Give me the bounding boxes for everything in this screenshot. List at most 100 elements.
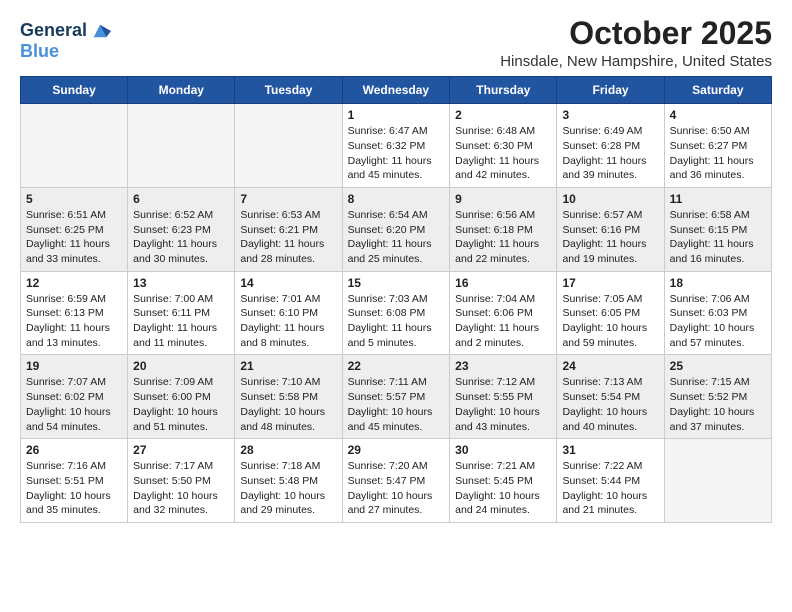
day-info: Sunrise: 6:58 AM Sunset: 6:15 PM Dayligh…: [670, 208, 766, 267]
day-info: Sunrise: 7:07 AM Sunset: 6:02 PM Dayligh…: [26, 375, 122, 434]
day-number: 5: [26, 192, 122, 206]
calendar-cell: 20Sunrise: 7:09 AM Sunset: 6:00 PM Dayli…: [128, 355, 235, 439]
calendar-cell: 4 Sunrise: 6:50 AM Sunset: 6:27 PM Daylig…: [664, 104, 771, 188]
day-info: Sunrise: 7:21 AM Sunset: 5:45 PM Dayligh…: [455, 459, 551, 518]
day-number: 17: [562, 276, 658, 290]
calendar-week-row: 12 Sunrise: 6:59 AM Sunset: 6:13 PM Dayli…: [21, 271, 772, 355]
title-block: October 2025 Hinsdale, New Hampshire, Un…: [500, 16, 772, 70]
day-number: 26: [26, 443, 122, 457]
calendar-cell: [235, 104, 342, 188]
day-number: 15: [348, 276, 445, 290]
day-number: 11: [670, 192, 766, 206]
calendar-cell: 28 Sunrise: 7:18 AM Sunset: 5:48 PM Dayli…: [235, 439, 342, 523]
day-number: 29: [348, 443, 445, 457]
day-info: Sunrise: 7:17 AM Sunset: 5:50 PM Dayligh…: [133, 459, 229, 518]
day-info: Sunrise: 7:11 AM Sunset: 5:57 PM Dayligh…: [348, 375, 445, 434]
calendar-cell: [664, 439, 771, 523]
day-number: 8: [348, 192, 445, 206]
logo: General Blue: [20, 20, 111, 62]
calendar-table: SundayMondayTuesdayWednesdayThursdayFrid…: [20, 76, 772, 523]
calendar-cell: 9Sunrise: 6:56 AM Sunset: 6:18 PM Daylig…: [450, 187, 557, 271]
day-info: Sunrise: 7:22 AM Sunset: 5:44 PM Dayligh…: [562, 459, 658, 518]
calendar-cell: 13Sunrise: 7:00 AM Sunset: 6:11 PM Dayli…: [128, 271, 235, 355]
day-info: Sunrise: 7:18 AM Sunset: 5:48 PM Dayligh…: [240, 459, 336, 518]
location: Hinsdale, New Hampshire, United States: [500, 53, 772, 70]
day-number: 23: [455, 359, 551, 373]
calendar-cell: 29 Sunrise: 7:20 AM Sunset: 5:47 PM Dayli…: [342, 439, 450, 523]
day-number: 31: [562, 443, 658, 457]
day-info: Sunrise: 7:10 AM Sunset: 5:58 PM Dayligh…: [240, 375, 336, 434]
day-number: 3: [562, 108, 658, 122]
day-number: 21: [240, 359, 336, 373]
logo-subtext: Blue: [20, 42, 111, 62]
day-number: 28: [240, 443, 336, 457]
day-number: 12: [26, 276, 122, 290]
day-number: 27: [133, 443, 229, 457]
month-title: October 2025: [500, 16, 772, 51]
day-number: 7: [240, 192, 336, 206]
day-info: Sunrise: 6:53 AM Sunset: 6:21 PM Dayligh…: [240, 208, 336, 267]
calendar-cell: 15Sunrise: 7:03 AM Sunset: 6:08 PM Dayli…: [342, 271, 450, 355]
day-number: 24: [562, 359, 658, 373]
day-number: 20: [133, 359, 229, 373]
calendar-cell: 5Sunrise: 6:51 AM Sunset: 6:25 PM Daylig…: [21, 187, 128, 271]
col-header-monday: Monday: [128, 77, 235, 104]
calendar-cell: 1Sunrise: 6:47 AM Sunset: 6:32 PM Daylig…: [342, 104, 450, 188]
day-number: 1: [348, 108, 445, 122]
day-number: 22: [348, 359, 445, 373]
logo-icon: [89, 20, 111, 42]
calendar-header-row: SundayMondayTuesdayWednesdayThursdayFrid…: [21, 77, 772, 104]
day-info: Sunrise: 6:54 AM Sunset: 6:20 PM Dayligh…: [348, 208, 445, 267]
day-info: Sunrise: 6:59 AM Sunset: 6:13 PM Dayligh…: [26, 292, 122, 351]
calendar-week-row: 5Sunrise: 6:51 AM Sunset: 6:25 PM Daylig…: [21, 187, 772, 271]
day-number: 9: [455, 192, 551, 206]
day-number: 30: [455, 443, 551, 457]
day-info: Sunrise: 6:50 AM Sunset: 6:27 PM Dayligh…: [670, 124, 766, 183]
day-number: 6: [133, 192, 229, 206]
calendar-cell: 30 Sunrise: 7:21 AM Sunset: 5:45 PM Dayli…: [450, 439, 557, 523]
day-number: 4: [670, 108, 766, 122]
col-header-thursday: Thursday: [450, 77, 557, 104]
day-info: Sunrise: 6:49 AM Sunset: 6:28 PM Dayligh…: [562, 124, 658, 183]
col-header-friday: Friday: [557, 77, 664, 104]
day-number: 13: [133, 276, 229, 290]
day-number: 18: [670, 276, 766, 290]
calendar-week-row: 26 Sunrise: 7:16 AM Sunset: 5:51 PM Dayli…: [21, 439, 772, 523]
day-info: Sunrise: 6:48 AM Sunset: 6:30 PM Dayligh…: [455, 124, 551, 183]
calendar-cell: 8 Sunrise: 6:54 AM Sunset: 6:20 PM Daylig…: [342, 187, 450, 271]
day-info: Sunrise: 7:06 AM Sunset: 6:03 PM Dayligh…: [670, 292, 766, 351]
calendar-cell: 3 Sunrise: 6:49 AM Sunset: 6:28 PM Daylig…: [557, 104, 664, 188]
calendar-cell: 19 Sunrise: 7:07 AM Sunset: 6:02 PM Dayli…: [21, 355, 128, 439]
logo-text: General: [20, 21, 87, 41]
day-number: 10: [562, 192, 658, 206]
calendar-cell: [21, 104, 128, 188]
day-number: 19: [26, 359, 122, 373]
day-info: Sunrise: 7:13 AM Sunset: 5:54 PM Dayligh…: [562, 375, 658, 434]
calendar-week-row: 1Sunrise: 6:47 AM Sunset: 6:32 PM Daylig…: [21, 104, 772, 188]
calendar-cell: 18 Sunrise: 7:06 AM Sunset: 6:03 PM Dayli…: [664, 271, 771, 355]
calendar-cell: 14 Sunrise: 7:01 AM Sunset: 6:10 PM Dayli…: [235, 271, 342, 355]
day-number: 14: [240, 276, 336, 290]
calendar-cell: 16 Sunrise: 7:04 AM Sunset: 6:06 PM Dayli…: [450, 271, 557, 355]
day-number: 25: [670, 359, 766, 373]
calendar-cell: 31 Sunrise: 7:22 AM Sunset: 5:44 PM Dayli…: [557, 439, 664, 523]
day-info: Sunrise: 7:01 AM Sunset: 6:10 PM Dayligh…: [240, 292, 336, 351]
calendar-cell: 11 Sunrise: 6:58 AM Sunset: 6:15 PM Dayli…: [664, 187, 771, 271]
calendar-cell: 7 Sunrise: 6:53 AM Sunset: 6:21 PM Daylig…: [235, 187, 342, 271]
col-header-wednesday: Wednesday: [342, 77, 450, 104]
calendar-cell: 22 Sunrise: 7:11 AM Sunset: 5:57 PM Dayli…: [342, 355, 450, 439]
header: General Blue October 2025 Hinsdale, New …: [20, 16, 772, 70]
col-header-sunday: Sunday: [21, 77, 128, 104]
day-info: Sunrise: 6:52 AM Sunset: 6:23 PM Dayligh…: [133, 208, 229, 267]
day-number: 16: [455, 276, 551, 290]
day-info: Sunrise: 7:20 AM Sunset: 5:47 PM Dayligh…: [348, 459, 445, 518]
day-info: Sunrise: 7:04 AM Sunset: 6:06 PM Dayligh…: [455, 292, 551, 351]
day-info: Sunrise: 7:16 AM Sunset: 5:51 PM Dayligh…: [26, 459, 122, 518]
calendar-cell: 25Sunrise: 7:15 AM Sunset: 5:52 PM Dayli…: [664, 355, 771, 439]
day-info: Sunrise: 7:05 AM Sunset: 6:05 PM Dayligh…: [562, 292, 658, 351]
calendar-cell: 2Sunrise: 6:48 AM Sunset: 6:30 PM Daylig…: [450, 104, 557, 188]
day-info: Sunrise: 6:57 AM Sunset: 6:16 PM Dayligh…: [562, 208, 658, 267]
col-header-saturday: Saturday: [664, 77, 771, 104]
calendar-cell: 6 Sunrise: 6:52 AM Sunset: 6:23 PM Daylig…: [128, 187, 235, 271]
calendar-week-row: 19 Sunrise: 7:07 AM Sunset: 6:02 PM Dayli…: [21, 355, 772, 439]
